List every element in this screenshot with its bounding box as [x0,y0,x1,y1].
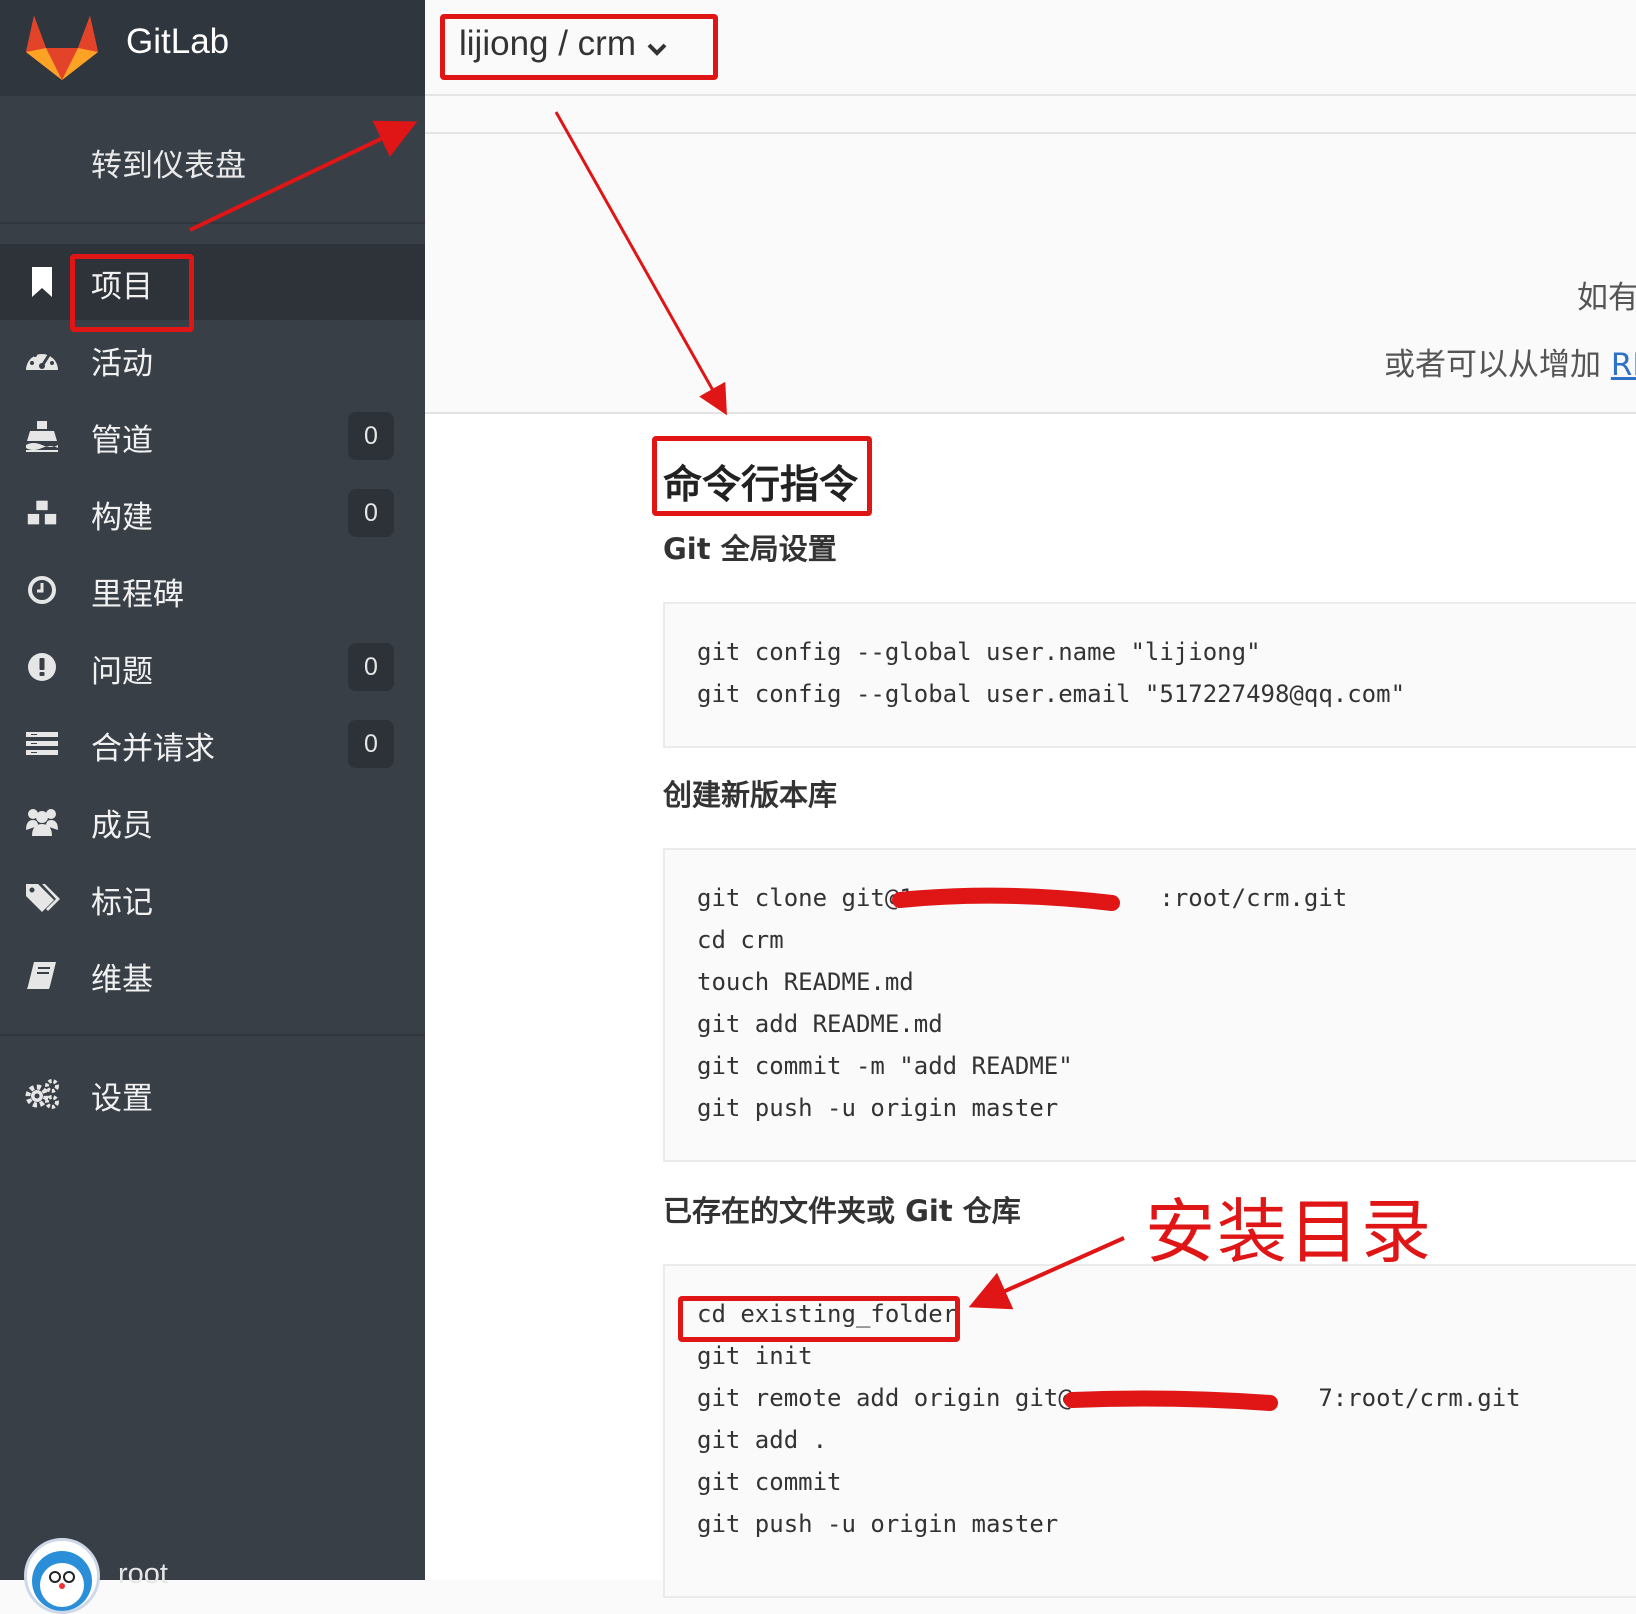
redaction-mark [892,887,1120,911]
redaction-mark [1064,1390,1278,1411]
arrow [189,120,418,232]
annotation-label: 安装目录 [1145,1191,1433,1273]
annotation-arrows [189,111,1278,1411]
arrow [554,111,727,416]
arrow [968,1236,1125,1310]
